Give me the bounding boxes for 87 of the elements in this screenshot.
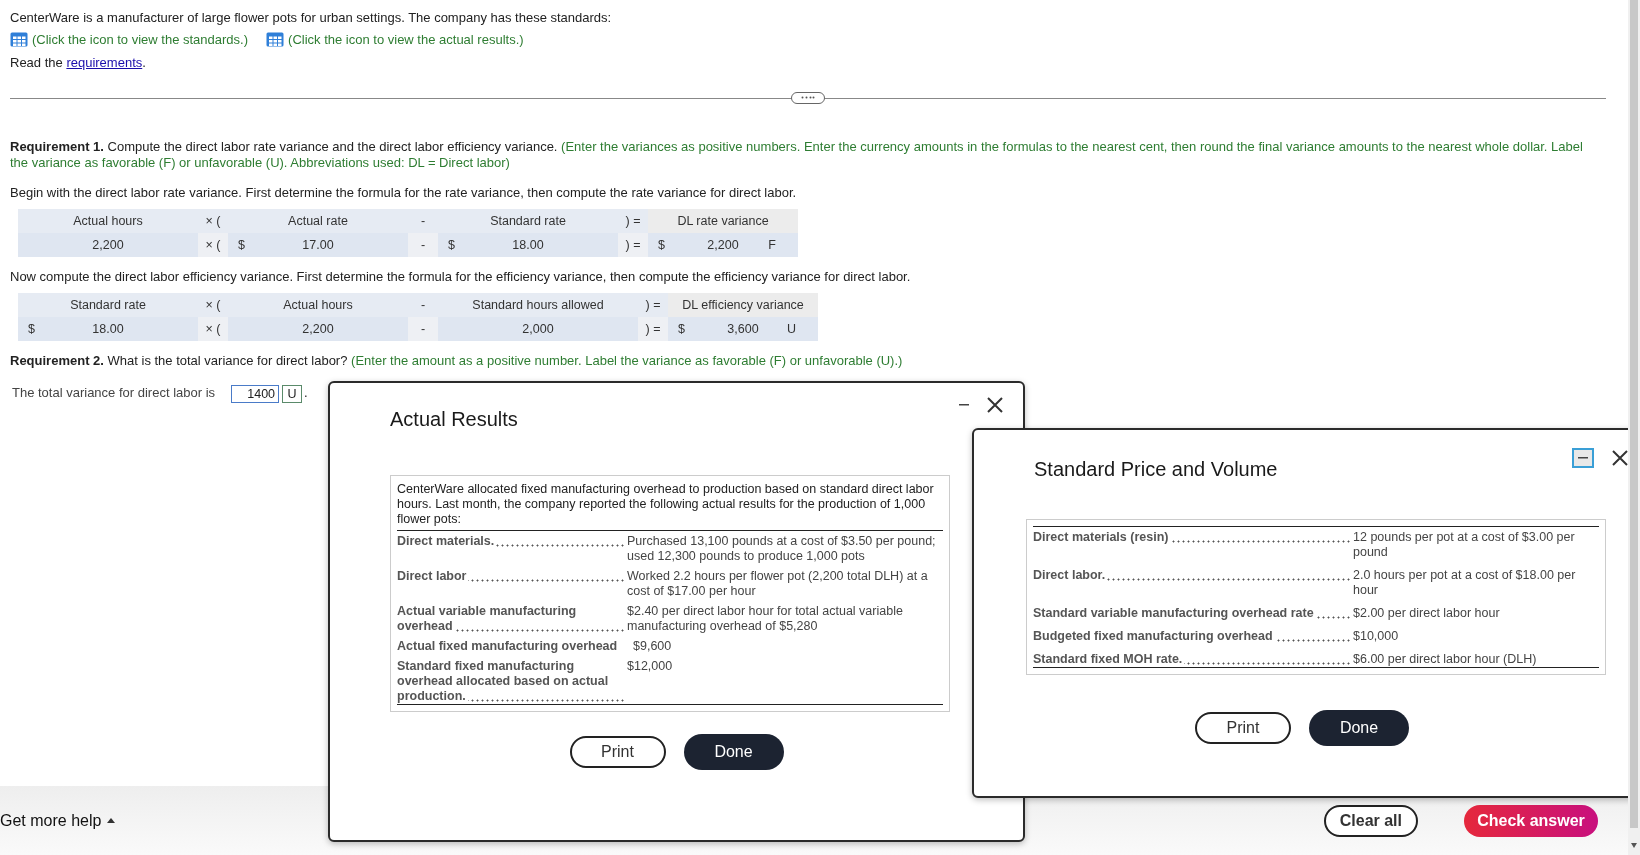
table-icon[interactable] xyxy=(266,31,285,47)
row-label: Direct labor xyxy=(397,569,625,584)
column-header: DL efficiency variance xyxy=(668,292,818,317)
operator: × ( xyxy=(205,213,221,228)
operator: ) = xyxy=(625,213,641,228)
answer-label: The total variance for direct labor is xyxy=(12,385,216,403)
view-link[interactable]: (Click the icon to view the actual results.) xyxy=(288,31,524,47)
currency-sign: $ xyxy=(678,321,685,336)
variance-field[interactable]: U xyxy=(282,384,303,403)
operator: ) = xyxy=(625,237,641,252)
view-link[interactable]: (Click the icon to view the standards.) xyxy=(32,31,249,47)
answer-value[interactable]: 2,000 xyxy=(522,321,554,336)
amount-field[interactable]: 1400 xyxy=(231,384,280,403)
row-label: Actual variable manufacturing overhead xyxy=(397,604,625,634)
answer-value[interactable]: 18.00 xyxy=(92,321,124,336)
dialog-title: Standard Price and Volume xyxy=(1034,458,1279,481)
ellipsis-icon xyxy=(801,96,815,100)
minus-icon xyxy=(1578,457,1588,459)
minimize-button[interactable] xyxy=(1572,448,1594,468)
answer-value[interactable]: 2,200 xyxy=(707,237,739,252)
done-button[interactable]: Done xyxy=(1309,710,1409,746)
print-button[interactable]: Print xyxy=(1195,712,1291,744)
check-answer-button[interactable]: Check answer xyxy=(1464,804,1598,837)
row-value: $9,600 xyxy=(632,639,673,654)
column-header: Standard rate xyxy=(438,208,618,233)
instruction-text: Now compute the direct labor efficiency variance. First determine the formula for the efficiency variance, then compute the efficiency variance for direct labor. xyxy=(10,268,912,284)
row-value: Purchased 13,100 pounds at a cost of $3.50 per pound; used 12,300 pounds to produce 1,000 pots xyxy=(626,534,937,564)
intro-text: CenterWare allocated fixed manufacturing overhead to production based on standard direct labor hours. Last month, the company reported the following actual results for the production of 1,000 flower pots: xyxy=(397,482,943,531)
get-more-help-button[interactable]: Get more help xyxy=(0,811,116,830)
close-icon[interactable] xyxy=(987,397,1003,413)
variance-label[interactable]: U xyxy=(786,321,796,336)
answer-value[interactable]: 2,200 xyxy=(302,321,334,336)
read-requirements-text: Read the requirements. xyxy=(10,54,146,72)
operator: - xyxy=(420,297,426,312)
operator: × ( xyxy=(205,297,221,312)
row-value: $2.40 per direct labor hour for total actual variable manufacturing overhead of $5,280 xyxy=(626,604,904,634)
currency-sign: $ xyxy=(658,237,665,252)
row-label: Budgeted fixed manufacturing overhead xyxy=(1033,629,1351,644)
operator: - xyxy=(420,321,426,336)
intro-text: CenterWare is a manufacturer of large flower pots for urban settings. The company has these standards: xyxy=(10,10,612,27)
row-value: Worked 2.2 hours per flower pot (2,200 total DLH) at a cost of $17.00 per hour xyxy=(626,569,929,599)
currency-sign: $ xyxy=(238,237,245,252)
clear-all-button[interactable]: Clear all xyxy=(1323,804,1418,837)
column-header: Actual rate xyxy=(228,208,408,233)
scrollbar[interactable] xyxy=(1628,0,1640,855)
column-header: DL rate variance xyxy=(648,208,798,233)
row-value: $10,000 xyxy=(1352,629,1400,644)
answer-value[interactable]: 3,600 xyxy=(727,321,759,336)
operator: × ( xyxy=(205,321,221,336)
row-label: Direct materials (resin) xyxy=(1033,530,1351,545)
period: . xyxy=(304,385,308,403)
table-icon[interactable] xyxy=(10,31,28,47)
variance-label[interactable]: F xyxy=(768,237,776,252)
row-value: $2.00 per direct labor hour xyxy=(1352,606,1501,621)
operator: ) = xyxy=(645,321,661,336)
answer-value[interactable]: 18.00 xyxy=(512,237,544,252)
print-button[interactable]: Print xyxy=(569,736,666,768)
column-header: Standard rate xyxy=(18,292,198,317)
requirement-text: Requirement 1. Compute the direct labor rate variance and the direct labor efficiency variance. (Enter the variances as positive numbers. Enter the currency amounts in the formulas to the nearest cent, then round the final variance amounts to the nearest whole dollar. Label the variance as favorable (F) or unfavorable (U). Abbreviations used: DL = Direct labor) xyxy=(10,138,1584,171)
more-button[interactable] xyxy=(791,91,825,104)
row-label: Standard variable manufacturing overhead rate xyxy=(1033,606,1351,621)
currency-sign: $ xyxy=(28,321,35,336)
answer-value[interactable]: 17.00 xyxy=(302,237,334,252)
done-button[interactable]: Done xyxy=(683,734,784,770)
row-value: $12,000 xyxy=(626,659,674,675)
row-label: Standard fixed manufacturing overhead allocated based on actual production. xyxy=(397,659,625,704)
minimize-icon[interactable] xyxy=(959,404,969,406)
requirement-text: Requirement 2. What is the total variance for direct labor? (Enter the amount as a positive number. Label the variance as favorable (F) or unfavorable (U).) xyxy=(10,352,904,369)
column-header: Actual hours xyxy=(228,292,408,317)
operator: × ( xyxy=(205,237,221,252)
instruction-text: Begin with the direct labor rate variance. First determine the formula for the rate variance, then compute the rate variance for direct labor. xyxy=(10,184,798,200)
close-icon[interactable] xyxy=(1612,450,1628,466)
row-value: 2.0 hours per pot at a cost of $18.00 per hour xyxy=(1352,568,1577,598)
row-value: $6.00 per direct labor hour (DLH) xyxy=(1352,652,1538,667)
row-label: Standard fixed MOH rate. xyxy=(1033,652,1351,667)
operator: ) = xyxy=(645,297,661,312)
operator: - xyxy=(420,213,426,228)
currency-sign: $ xyxy=(448,237,455,252)
column-header: Standard hours allowed xyxy=(438,292,638,317)
dialog-title: Actual Results xyxy=(390,408,519,431)
answer-value[interactable]: 2,200 xyxy=(92,237,124,252)
operator: - xyxy=(420,237,426,252)
row-value: 12 pounds per pot at a cost of $3.00 per pound xyxy=(1352,530,1576,560)
caret-icon xyxy=(107,818,116,823)
row-label: Direct materials. xyxy=(397,534,625,549)
row-label: Direct labor. xyxy=(1033,568,1351,583)
column-header: Actual hours xyxy=(18,208,198,233)
